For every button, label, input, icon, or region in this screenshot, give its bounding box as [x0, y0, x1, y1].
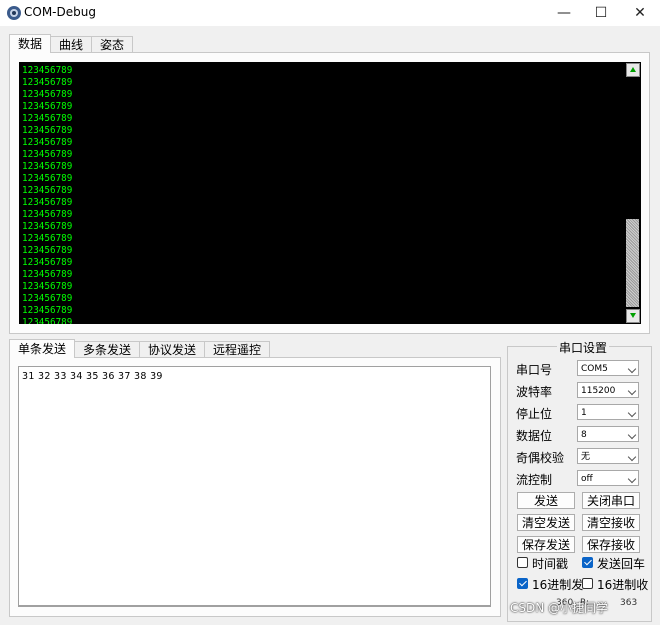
arrow-up-icon [630, 67, 636, 72]
close-icon: ✕ [634, 5, 646, 21]
chevron-down-icon [627, 474, 637, 484]
console-line: 123456789 [22, 113, 73, 124]
console-line: 123456789 [22, 305, 73, 316]
parity-label: 奇偶校验 [516, 451, 565, 465]
chevron-down-icon [627, 408, 637, 418]
console-lines: 123456789 123456789 123456789 123456789 1234… [22, 65, 72, 324]
databits-label: 数据位 [516, 429, 553, 443]
timestamp-label: 时间戳 [532, 557, 569, 571]
stopbits-value: 1 [581, 408, 587, 418]
close-port-button[interactable]: 关闭串口 [582, 492, 640, 509]
clear-receive-button[interactable]: 清空接收 [582, 514, 640, 531]
console-scrollbar[interactable] [625, 62, 640, 324]
stopbits-select[interactable]: 1 [577, 404, 639, 420]
watermark: CSDN @小捷同学 [510, 601, 609, 615]
console-line: 123456789 [22, 77, 73, 88]
title-bar: COM-Debug — ☐ ✕ [0, 0, 660, 26]
hex-receive-label: 16进制收 [597, 578, 649, 592]
console-line: 123456789 [22, 317, 73, 324]
flow-label: 流控制 [516, 473, 553, 487]
console-line: 123456789 [22, 185, 73, 196]
console-line: 123456789 [22, 101, 73, 112]
baud-value: 115200 [581, 386, 616, 396]
hex-send-checkbox[interactable] [517, 578, 528, 589]
maximize-button[interactable]: ☐ [583, 0, 619, 26]
stopbits-label: 停止位 [516, 407, 553, 421]
baud-label: 波特率 [516, 385, 553, 399]
console-line: 123456789 [22, 197, 73, 208]
port-value: COM5 [581, 364, 608, 374]
arrow-down-icon [630, 313, 636, 318]
databits-value: 8 [581, 430, 587, 440]
parity-select[interactable]: 无 [577, 448, 639, 464]
top-tab-bar: 数据 曲线 姿态 [9, 34, 134, 53]
console-line: 123456789 [22, 161, 73, 172]
baud-select[interactable]: 115200 [577, 382, 639, 398]
console-line: 123456789 [22, 173, 73, 184]
hex-receive-checkbox[interactable] [582, 578, 593, 589]
tab-remote-control[interactable]: 远程遥控 [204, 341, 271, 358]
save-receive-button[interactable]: 保存接收 [582, 536, 640, 553]
chevron-down-icon [627, 364, 637, 374]
minimize-icon: — [557, 5, 571, 21]
console-line: 123456789 [22, 293, 73, 304]
minimize-button[interactable]: — [546, 0, 582, 26]
tab-single-send[interactable]: 单条发送 [9, 339, 76, 358]
flow-value: off [581, 474, 593, 484]
tab-attitude[interactable]: 姿态 [91, 36, 134, 53]
tab-curve[interactable]: 曲线 [50, 36, 93, 53]
window-title: COM-Debug [24, 5, 96, 19]
clear-send-button[interactable]: 清空发送 [517, 514, 575, 531]
scroll-down-button[interactable] [626, 309, 640, 323]
send-button[interactable]: 发送 [517, 492, 575, 509]
parity-value: 无 [581, 452, 591, 462]
tab-data[interactable]: 数据 [9, 34, 52, 53]
console-line: 123456789 [22, 125, 73, 136]
chevron-down-icon [627, 430, 637, 440]
hex-send-label: 16进制发 [532, 578, 584, 592]
serial-settings-title: 串口设置 [557, 339, 610, 356]
scroll-up-button[interactable] [626, 63, 640, 77]
app-icon [7, 6, 21, 20]
console-line: 123456789 [22, 221, 73, 232]
close-button[interactable]: ✕ [622, 0, 658, 26]
chevron-down-icon [627, 452, 637, 462]
send-text: 31 32 33 34 35 36 37 38 39 [22, 371, 163, 382]
send-newline-checkbox[interactable] [582, 557, 593, 568]
save-send-button[interactable]: 保存发送 [517, 536, 575, 553]
console-line: 123456789 [22, 233, 73, 244]
console-line: 123456789 [22, 209, 73, 220]
console-line: 123456789 [22, 65, 73, 76]
send-newline-label: 发送回车 [597, 557, 646, 571]
send-input[interactable]: 31 32 33 34 35 36 37 38 39 [18, 366, 491, 607]
console-line: 123456789 [22, 245, 73, 256]
send-tab-bar: 单条发送 多条发送 协议发送 远程遥控 [9, 339, 271, 358]
flow-select[interactable]: off [577, 470, 639, 486]
maximize-icon: ☐ [594, 5, 608, 21]
console-line: 123456789 [22, 269, 73, 280]
tab-multi-send[interactable]: 多条发送 [74, 341, 141, 358]
console-line: 123456789 [22, 137, 73, 148]
timestamp-checkbox[interactable] [517, 557, 528, 568]
databits-select[interactable]: 8 [577, 426, 639, 442]
port-select[interactable]: COM5 [577, 360, 639, 376]
console-line: 123456789 [22, 89, 73, 100]
port-label: 串口号 [516, 363, 553, 377]
chevron-down-icon [627, 386, 637, 396]
receive-console[interactable]: 123456789 123456789 123456789 123456789 1234… [19, 62, 641, 324]
tab-protocol-send[interactable]: 协议发送 [139, 341, 206, 358]
console-line: 123456789 [22, 149, 73, 160]
rx-count: 363 [620, 598, 638, 608]
scroll-thumb[interactable] [626, 219, 639, 307]
console-line: 123456789 [22, 281, 73, 292]
console-line: 123456789 [22, 257, 73, 268]
